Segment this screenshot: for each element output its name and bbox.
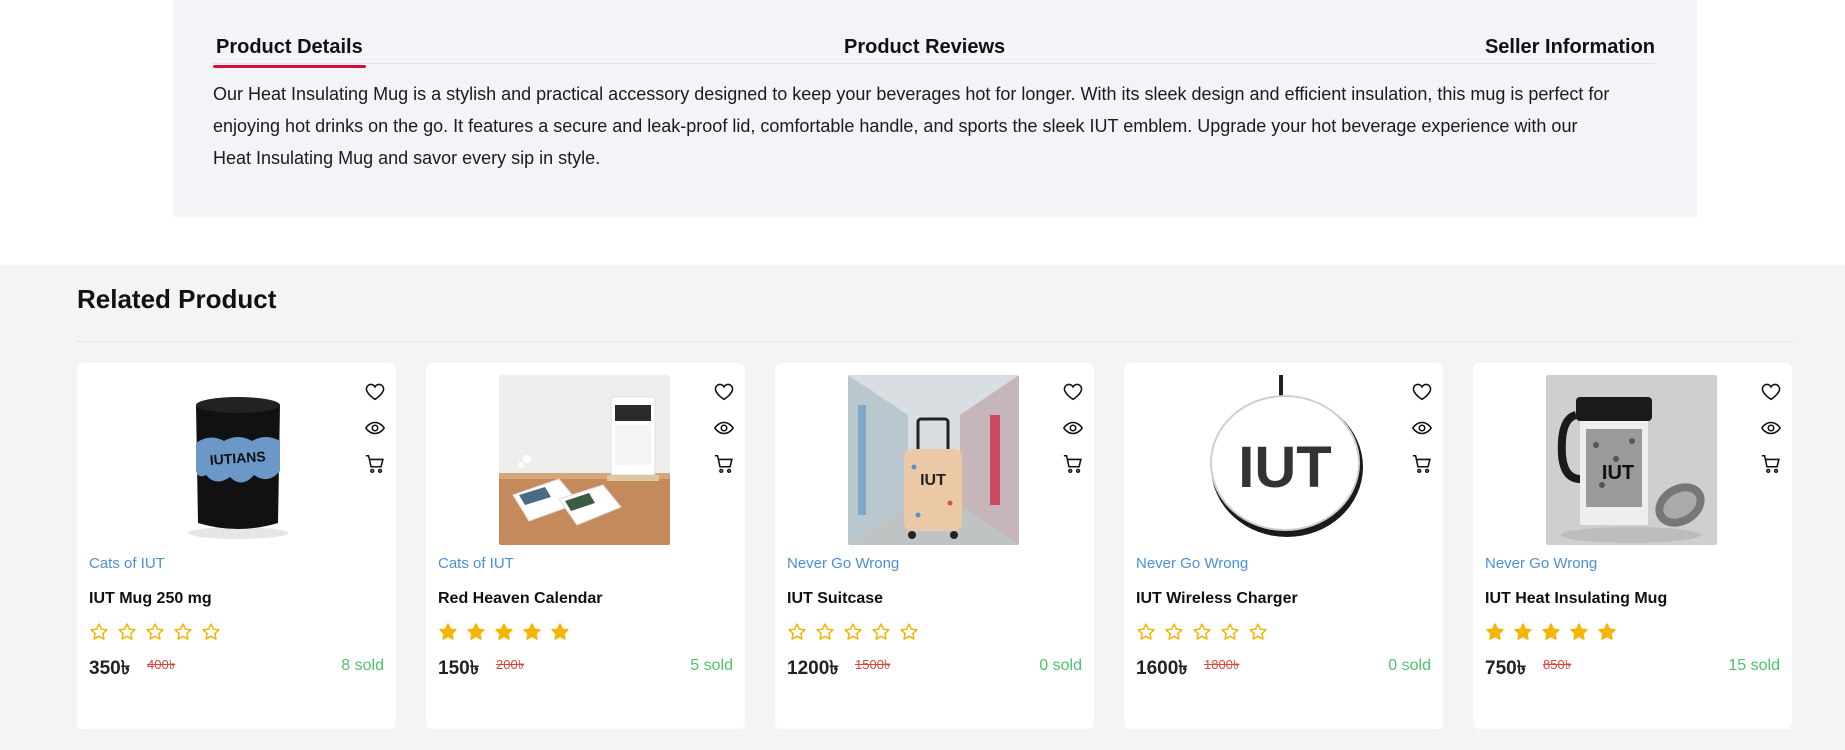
card-actions [713,381,735,489]
star-icon [174,623,192,640]
product-category-link[interactable]: Never Go Wrong [787,555,899,572]
star-icon [872,623,890,640]
product-price: 350৳ [89,658,131,679]
star-icon [1193,623,1211,640]
product-name[interactable]: Red Heaven Calendar [438,590,603,608]
star-icon [1165,623,1183,640]
card-actions [1062,381,1084,489]
product-old-price: 400৳ [147,657,176,672]
eye-icon[interactable] [1411,417,1433,439]
sold-count: 0 sold [1039,657,1082,674]
product-card[interactable]: IUT Never Go Wrong IUT Wireless Charger … [1124,363,1443,729]
star-icon [844,623,862,640]
eye-icon[interactable] [1062,417,1084,439]
star-icon [523,623,541,640]
cart-icon[interactable] [1062,453,1084,475]
rating-stars [1485,622,1625,642]
svg-text:IUT: IUT [920,472,946,489]
rating-stars [1136,622,1276,642]
heart-icon[interactable] [713,381,735,403]
tabs-row: Product Details Product Reviews Seller I… [213,34,1655,68]
cart-icon[interactable] [713,453,735,475]
star-icon [146,623,164,640]
star-icon [439,623,457,640]
star-icon [1598,623,1616,640]
rating-stars [438,622,578,642]
heart-icon[interactable] [1062,381,1084,403]
product-card[interactable]: Cats of IUT Red Heaven Calendar 150৳ 200… [426,363,745,729]
star-icon [202,623,220,640]
star-icon [1570,623,1588,640]
sold-count: 0 sold [1388,657,1431,674]
star-icon [816,623,834,640]
product-image[interactable]: IUTIANS [150,375,321,545]
star-icon [900,623,918,640]
eye-icon[interactable] [713,417,735,439]
product-tabs-panel: Product Details Product Reviews Seller I… [173,0,1697,217]
card-actions [364,381,386,489]
star-icon [1514,623,1532,640]
product-price: 750৳ [1485,658,1527,679]
heart-icon[interactable] [364,381,386,403]
product-old-price: 850৳ [1543,657,1572,672]
product-image[interactable]: IUT [848,375,1019,545]
sold-count: 15 sold [1728,657,1780,674]
product-image[interactable]: IUT [1197,375,1368,545]
product-price: 150৳ [438,658,480,679]
heart-icon[interactable] [1760,381,1782,403]
product-card[interactable]: IUT Never Go Wrong IUT Suitcase 1200৳ 15… [775,363,1094,729]
star-icon [1542,623,1560,640]
rating-stars [787,622,927,642]
tab-product-reviews[interactable]: Product Reviews [844,36,1005,59]
related-products-title: Related Product [77,284,277,314]
product-category-link[interactable]: Never Go Wrong [1485,555,1597,572]
product-old-price: 200৳ [496,657,525,672]
cart-icon[interactable] [1411,453,1433,475]
star-icon [1137,623,1155,640]
star-icon [788,623,806,640]
product-name[interactable]: IUT Suitcase [787,590,883,608]
product-image[interactable]: IUT [1546,375,1717,545]
star-icon [1221,623,1239,640]
card-actions [1760,381,1782,489]
cart-icon[interactable] [1760,453,1782,475]
heart-icon[interactable] [1411,381,1433,403]
eye-icon[interactable] [1760,417,1782,439]
star-icon [90,623,108,640]
tab-seller-information[interactable]: Seller Information [1485,36,1655,59]
product-old-price: 1800৳ [1204,657,1240,672]
product-category-link[interactable]: Cats of IUT [438,555,514,572]
rating-stars [89,622,229,642]
sold-count: 8 sold [341,657,384,674]
product-name[interactable]: IUT Heat Insulating Mug [1485,590,1667,608]
star-icon [495,623,513,640]
product-image[interactable] [499,375,670,545]
related-products-section: Related Product IUTIANS Cats of IUT IUT … [0,265,1845,750]
card-actions [1411,381,1433,489]
svg-text:IUT: IUT [1602,462,1634,484]
svg-text:IUT: IUT [1238,435,1331,500]
tab-product-details[interactable]: Product Details [213,36,366,68]
product-card[interactable]: IUTIANS Cats of IUT IUT Mug 250 mg 350৳ … [77,363,396,729]
product-old-price: 1500৳ [855,657,891,672]
star-icon [1249,623,1267,640]
product-category-link[interactable]: Cats of IUT [89,555,165,572]
product-card[interactable]: IUT Never Go Wrong IUT Heat Insulating M… [1473,363,1792,729]
cart-icon[interactable] [364,453,386,475]
product-description: Our Heat Insulating Mug is a stylish and… [213,84,1610,168]
product-price: 1600৳ [1136,658,1188,679]
star-icon [551,623,569,640]
product-category-link[interactable]: Never Go Wrong [1136,555,1248,572]
divider [77,341,1793,342]
product-name[interactable]: IUT Wireless Charger [1136,590,1298,608]
product-name[interactable]: IUT Mug 250 mg [89,590,212,608]
star-icon [118,623,136,640]
product-price: 1200৳ [787,658,839,679]
eye-icon[interactable] [364,417,386,439]
sold-count: 5 sold [690,657,733,674]
star-icon [467,623,485,640]
star-icon [1486,623,1504,640]
